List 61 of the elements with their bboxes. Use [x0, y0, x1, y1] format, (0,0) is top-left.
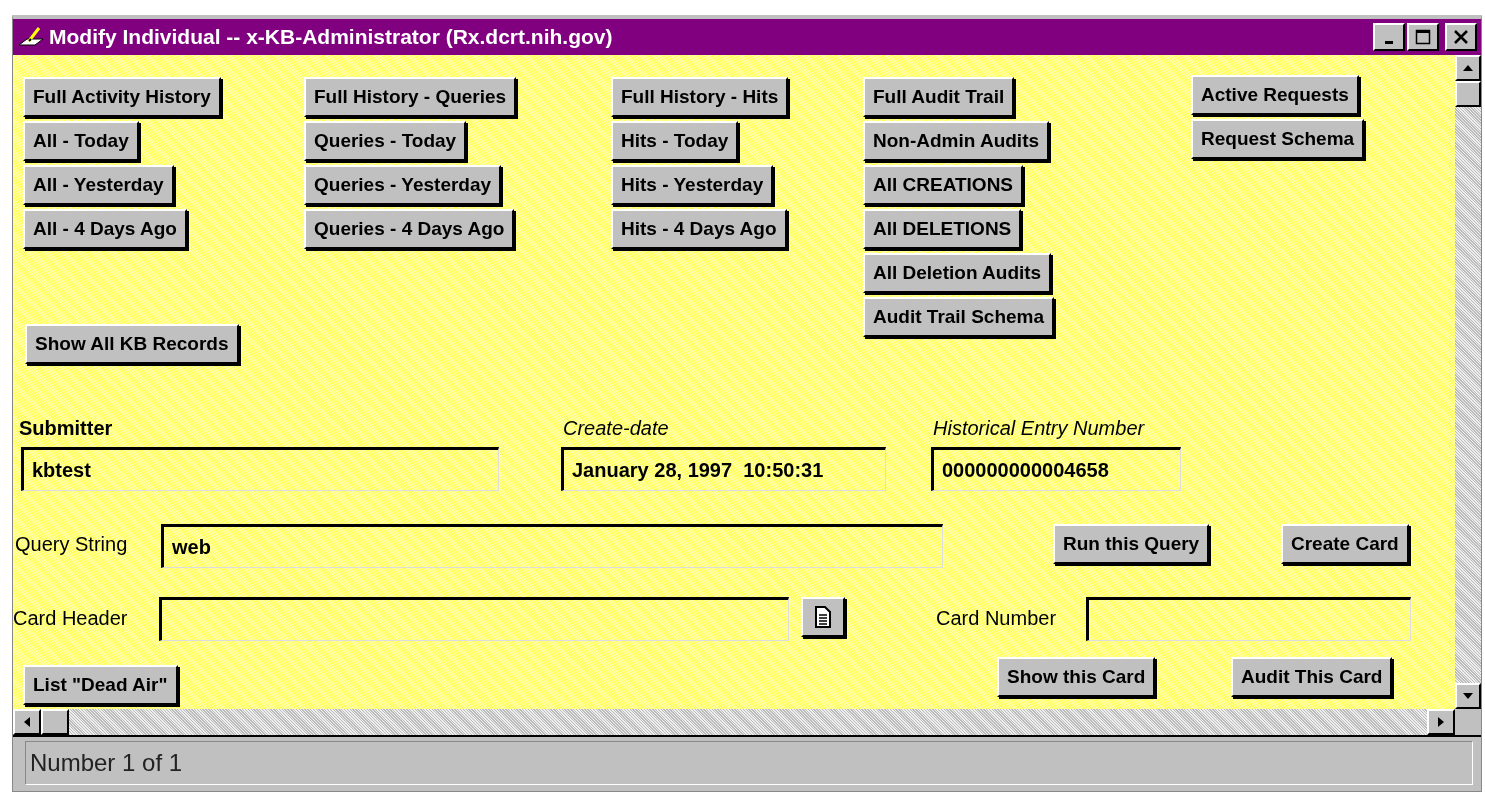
- field-label: Historical Entry Number: [933, 417, 1145, 440]
- scroll-thumb[interactable]: [41, 709, 69, 735]
- input-field[interactable]: January 28, 1997 10:50:31: [561, 447, 886, 491]
- report-button[interactable]: All Deletion Audits: [863, 253, 1052, 293]
- report-button[interactable]: Hits - Today: [611, 121, 739, 161]
- scroll-right-button[interactable]: [1427, 709, 1455, 735]
- window-title: Modify Individual -- x-KB-Administrator (Rx.dcrt.nih.gov): [49, 25, 614, 49]
- report-button[interactable]: Full Activity History: [23, 77, 221, 117]
- action-button[interactable]: List "Dead Air": [23, 665, 178, 705]
- report-button[interactable]: All - Today: [23, 121, 139, 161]
- action-button[interactable]: Show this Card: [997, 657, 1156, 697]
- field-label: Submitter: [19, 417, 113, 440]
- field-label: Card Number: [936, 607, 1057, 630]
- down-arrow-icon: [1463, 693, 1473, 699]
- vertical-scrollbar[interactable]: [1455, 55, 1481, 709]
- input-field[interactable]: [1086, 597, 1411, 641]
- minimize-button[interactable]: [1373, 23, 1405, 51]
- action-button[interactable]: Run this Query: [1053, 524, 1210, 564]
- report-button[interactable]: Active Requests: [1191, 75, 1359, 115]
- maximize-icon: [1415, 29, 1431, 45]
- maximize-button[interactable]: [1407, 23, 1439, 51]
- action-button[interactable]: Create Card: [1281, 524, 1409, 564]
- report-button[interactable]: Queries - Today: [304, 121, 467, 161]
- field-label: Create-date: [563, 417, 669, 440]
- input-field[interactable]: kbtest: [21, 447, 499, 491]
- list-button[interactable]: [801, 597, 845, 637]
- close-button[interactable]: [1445, 23, 1477, 51]
- report-button[interactable]: Audit Trail Schema: [863, 297, 1055, 337]
- report-button[interactable]: Queries - Yesterday: [304, 165, 502, 205]
- up-arrow-icon: [1463, 65, 1473, 71]
- scroll-down-button[interactable]: [1455, 683, 1481, 709]
- report-button[interactable]: All - 4 Days Ago: [23, 209, 187, 249]
- pen-and-paper-icon: [17, 25, 45, 49]
- input-field[interactable]: web: [161, 524, 943, 568]
- report-button[interactable]: All - Yesterday: [23, 165, 174, 205]
- report-button[interactable]: All CREATIONS: [863, 165, 1024, 205]
- close-icon: [1453, 30, 1469, 44]
- report-button[interactable]: Non-Admin Audits: [863, 121, 1050, 161]
- report-button[interactable]: Full Audit Trail: [863, 77, 1015, 117]
- report-button[interactable]: All DELETIONS: [863, 209, 1022, 249]
- report-button[interactable]: Hits - 4 Days Ago: [611, 209, 787, 249]
- scroll-up-button[interactable]: [1455, 55, 1481, 81]
- report-button[interactable]: Full History - Queries: [304, 77, 517, 117]
- status-text: Number 1 of 1: [25, 741, 1473, 785]
- report-button[interactable]: Request Schema: [1191, 119, 1365, 159]
- input-field[interactable]: [159, 597, 789, 641]
- scroll-left-button[interactable]: [13, 709, 41, 735]
- action-button[interactable]: Audit This Card: [1231, 657, 1393, 697]
- document-icon: [814, 605, 832, 629]
- minimize-icon: [1385, 40, 1393, 44]
- left-arrow-icon: [24, 717, 30, 727]
- report-button[interactable]: Full History - Hits: [611, 77, 789, 117]
- report-button[interactable]: Queries - 4 Days Ago: [304, 209, 515, 249]
- field-label: Query String: [15, 533, 128, 556]
- input-field[interactable]: 000000000004658: [931, 447, 1181, 491]
- scroll-thumb[interactable]: [1455, 81, 1481, 107]
- right-arrow-icon: [1438, 717, 1444, 727]
- horizontal-scrollbar[interactable]: [13, 709, 1455, 735]
- field-label: Card Header: [13, 607, 128, 630]
- report-button[interactable]: Hits - Yesterday: [611, 165, 774, 205]
- show-records-button[interactable]: Show All KB Records: [25, 324, 239, 364]
